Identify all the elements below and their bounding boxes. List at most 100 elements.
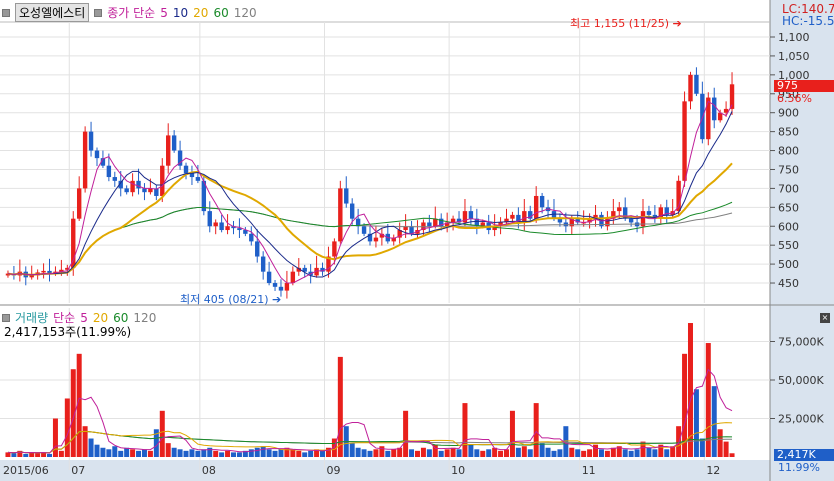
volume-bar [468, 444, 474, 457]
volume-bar [260, 446, 266, 457]
volume-bar [141, 449, 147, 457]
volume-bar [409, 449, 415, 457]
legend-marker-icon [2, 313, 10, 322]
candle-body [171, 135, 177, 151]
volume-bar [474, 449, 480, 457]
candle-body [266, 271, 272, 284]
candle-body [468, 211, 474, 219]
date-tick-label: 07 [71, 464, 85, 477]
volume-bar [723, 441, 729, 457]
candle-body [557, 218, 563, 223]
volume-bar [504, 449, 510, 457]
volume-bar [729, 453, 735, 457]
volume-bar [426, 449, 432, 457]
low-annotation-text: 최저 405 (08/21) [180, 293, 269, 306]
hc-value: HC:-15.58 [782, 14, 834, 28]
candle-body [712, 97, 717, 121]
candle-body [409, 226, 414, 234]
indicator-label: 종가 단순 [107, 6, 156, 20]
volume-bar [236, 452, 242, 457]
volume-bar [373, 449, 379, 457]
price-tick-label: 800 [778, 145, 799, 158]
change-pct: 6.56% [777, 92, 812, 105]
candle-body [533, 195, 539, 219]
volume-bar [687, 323, 693, 457]
volume-bar [23, 453, 29, 457]
price-tick-label: 750 [778, 163, 799, 176]
ma10-label: 10 [172, 5, 189, 20]
volume-bar [47, 453, 53, 457]
volume-bar [414, 450, 420, 457]
volume-bar [183, 450, 189, 457]
date-tick-label: 12 [706, 464, 720, 477]
volume-bar [35, 453, 41, 457]
price-tick-label: 1,050 [778, 50, 810, 63]
price-tick-label: 450 [778, 277, 799, 290]
volume-bar [195, 450, 201, 457]
volume-bar [622, 449, 628, 457]
candle-body [136, 180, 141, 189]
high-annotation-text: 최고 1,155 (11/25) [570, 17, 670, 30]
candle-body [349, 203, 355, 219]
low-annotation: 최저 405 (08/21) ➔ [180, 291, 281, 307]
volume-tick-label: 75,000K [778, 336, 824, 349]
ma5-label: 5 [160, 5, 168, 20]
volume-bar [444, 449, 450, 457]
volume-bar [296, 450, 302, 457]
high-annotation: 최고 1,155 (11/25) ➔ [570, 15, 682, 31]
candle-body [373, 237, 379, 242]
candle-body [284, 283, 290, 291]
price-tick-label: 900 [778, 107, 799, 120]
candle-body [682, 101, 687, 181]
volume-bar [515, 447, 521, 457]
volume-bar [302, 452, 308, 457]
volume-bar [320, 450, 326, 457]
candle-body [183, 165, 189, 174]
volume-bar [100, 447, 106, 457]
volume-bar [509, 410, 515, 457]
legend-marker-icon [94, 8, 103, 17]
volume-bar [88, 438, 94, 457]
volume-bar [349, 443, 355, 457]
date-tick-label: 10 [451, 464, 465, 477]
date-tick-label: 2015/06 [3, 464, 49, 477]
date-axis-panel [0, 460, 770, 481]
candle-body [522, 211, 527, 223]
price-tick-label: 700 [778, 182, 799, 195]
volume-bar [230, 452, 236, 457]
volume-bar [628, 450, 634, 457]
candle-body [617, 207, 622, 212]
price-tick-label: 500 [778, 258, 799, 271]
stock-name-button[interactable]: 오성엘에스티 [15, 3, 90, 22]
arrow-right-icon: ➔ [272, 293, 282, 306]
volume-bar [130, 449, 136, 457]
volume-bar [355, 447, 361, 457]
volume-bar [266, 449, 272, 457]
price-legend: 오성엘에스티 종가 단순 5 10 20 60 120 [2, 3, 257, 22]
volume-bar [598, 449, 604, 457]
date-tick-label: 11 [582, 464, 596, 477]
candle-body [628, 218, 634, 223]
volume-bar [693, 389, 699, 457]
close-panel-icon[interactable]: × [820, 313, 830, 323]
volume-bar [391, 449, 397, 457]
volume-bar [403, 410, 409, 457]
volume-bar [379, 446, 385, 457]
arrow-right-icon: ➔ [672, 17, 682, 30]
current-volume-text: 2,417,153주(11.99%) [4, 325, 132, 339]
volume-bar [551, 450, 557, 457]
candle-body [290, 271, 296, 284]
volume-bar [118, 450, 124, 457]
volume-bar [361, 449, 367, 457]
candle-body [344, 188, 349, 204]
legend-marker-icon [2, 8, 10, 17]
volume-bar [480, 450, 486, 457]
candle-body [338, 188, 343, 242]
volume-bar [581, 450, 587, 457]
volume-bar [527, 449, 533, 457]
volume-bar [575, 449, 581, 457]
volume-tick-label: 25,000K [778, 413, 824, 426]
candle-body [195, 177, 201, 181]
volume-bar [58, 450, 64, 457]
volume-bar [486, 449, 492, 457]
